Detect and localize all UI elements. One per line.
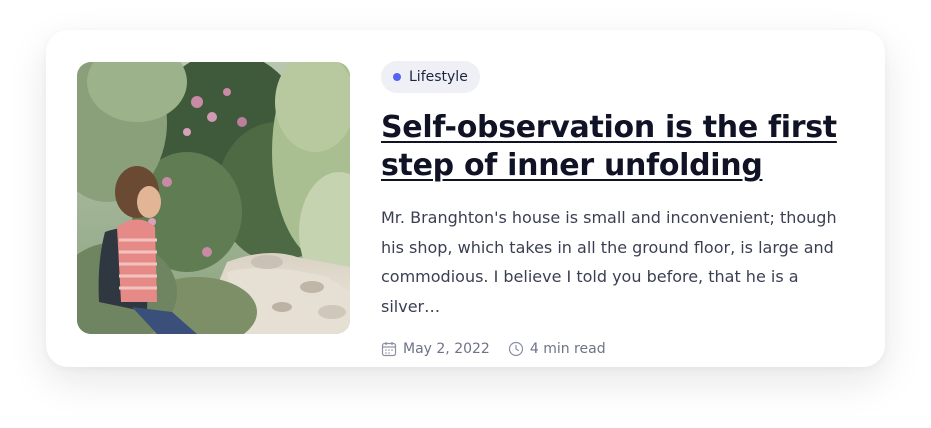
post-read-time: 4 min read (508, 341, 606, 357)
post-date: May 2, 2022 (381, 341, 490, 357)
post-title: Self-observation is the first step of in… (381, 109, 861, 185)
post-read-time-text: 4 min read (529, 341, 606, 357)
post-thumbnail[interactable] (77, 62, 350, 334)
category-tag[interactable]: Lifestyle (381, 61, 480, 93)
post-meta: May 2, 2022 4 min read (381, 341, 861, 357)
page: Lifestyle Self-observation is the first … (0, 0, 931, 428)
post-title-link[interactable]: Self-observation is the first step of in… (381, 110, 837, 183)
calendar-icon (381, 342, 397, 357)
post-content: Lifestyle Self-observation is the first … (381, 61, 861, 357)
post-date-text: May 2, 2022 (403, 341, 490, 357)
category-dot (393, 73, 401, 81)
forest-photo (77, 62, 350, 334)
blog-post-card[interactable]: Lifestyle Self-observation is the first … (46, 30, 885, 367)
post-excerpt: Mr. Branghton's house is small and incon… (381, 208, 837, 316)
category-label: Lifestyle (409, 69, 468, 85)
clock-icon (508, 341, 523, 357)
